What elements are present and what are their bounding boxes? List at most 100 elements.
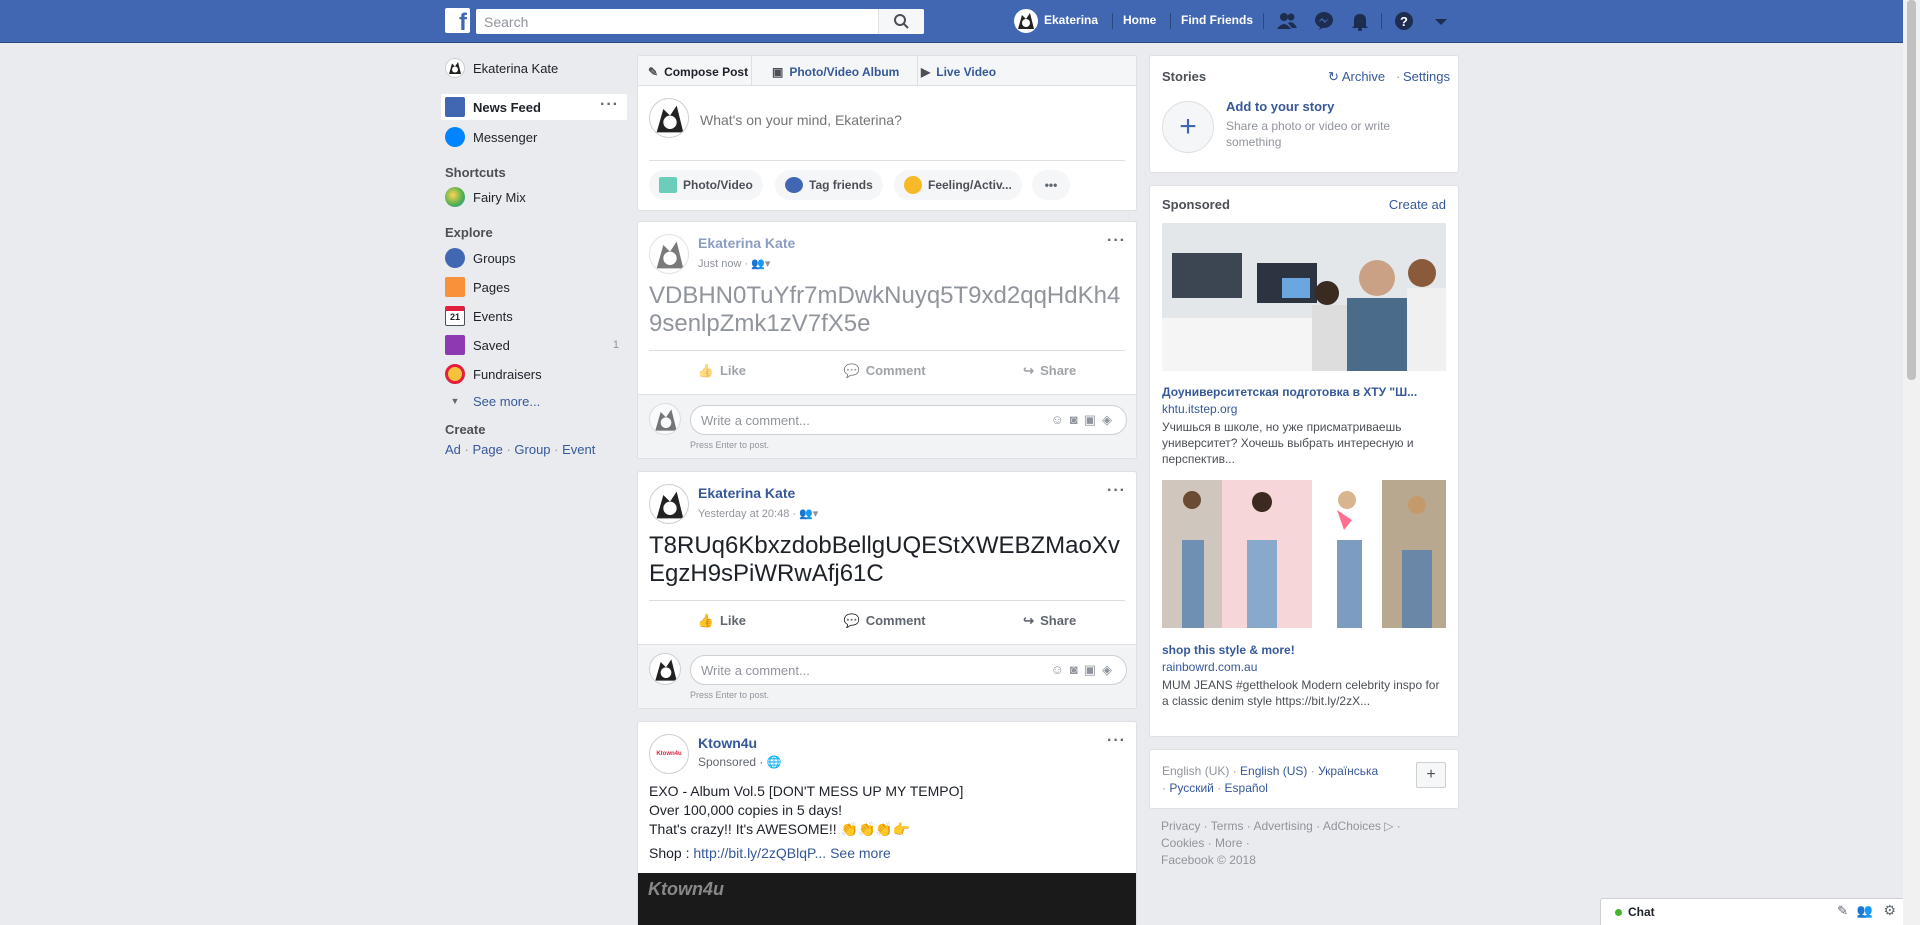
create-page-link[interactable]: Page	[472, 442, 502, 457]
ad-domain[interactable]: khtu.itstep.org	[1162, 402, 1237, 416]
sidebar-item-label: Saved	[473, 337, 510, 353]
footer-link-more[interactable]: More	[1215, 836, 1242, 850]
account-menu-chevron-down-icon[interactable]	[1430, 11, 1452, 31]
add-story-plus-icon[interactable]: +	[1162, 101, 1214, 153]
sidebar-item-pages[interactable]: Pages	[441, 274, 627, 300]
ad-title-link[interactable]: Доуниверситетская подготовка в ХТУ "Ш...	[1162, 385, 1446, 399]
photo-video-button[interactable]: Photo/Video	[649, 170, 763, 200]
tag-friends-button[interactable]: Tag friends	[775, 170, 883, 200]
comment-hint: Press Enter to post.	[690, 690, 770, 700]
messenger-icon[interactable]	[1313, 11, 1335, 31]
footer-link-adchoices[interactable]: AdChoices	[1323, 819, 1381, 833]
language-link[interactable]: Українська	[1318, 764, 1378, 778]
sidebar-item-fundraisers[interactable]: Fundraisers	[441, 361, 627, 387]
comment-attachment-icons[interactable]: ☺◙▣◈	[1051, 662, 1118, 678]
create-group-icon[interactable]: 👥	[1857, 903, 1873, 919]
find-friends-link[interactable]: Find Friends	[1181, 13, 1253, 27]
notifications-bell-icon[interactable]	[1349, 11, 1371, 31]
footer-link-cookies[interactable]: Cookies	[1161, 836, 1204, 850]
more-options-icon[interactable]: ···	[600, 96, 619, 114]
tag-friends-icon	[785, 177, 803, 193]
footer-link-privacy[interactable]: Privacy	[1161, 819, 1200, 833]
sidebar-item-label: Events	[473, 308, 513, 324]
search-button[interactable]	[878, 9, 924, 34]
footer-link-terms[interactable]: Terms	[1211, 819, 1244, 833]
language-link[interactable]: Русский	[1169, 781, 1214, 795]
more-options-button[interactable]: •••	[1032, 170, 1070, 200]
tab-live-video[interactable]: ▶ Live Video	[921, 65, 996, 79]
language-panel: English (UK) · English (US) · Українська…	[1149, 749, 1459, 809]
ad-title-link[interactable]: shop this style & more!	[1162, 643, 1295, 657]
avatar	[649, 98, 689, 138]
tab-photo-video-album[interactable]: ▣ Photo/Video Album	[772, 65, 899, 79]
like-button[interactable]: 👍 Like	[698, 363, 746, 379]
ad-image[interactable]: Ktown4u	[638, 873, 1136, 925]
post-text: T8RUq6KbxzdobBellgUQEStXWEBZMaoXv EgzH9s…	[649, 532, 1120, 587]
sidebar-item-news-feed[interactable]: News Feed ···	[441, 94, 627, 120]
post-options-icon[interactable]: ···	[1107, 482, 1126, 500]
share-button[interactable]: ↪ Share	[1023, 613, 1076, 629]
sidebar-item-messenger[interactable]: Messenger	[441, 124, 627, 150]
see-more-link[interactable]: See more	[830, 845, 891, 861]
ktown4u-logo-icon[interactable]: Ktown4u	[649, 734, 689, 774]
facebook-logo-icon[interactable]: f	[445, 8, 470, 35]
comment-button[interactable]: 💬 Comment	[844, 363, 926, 379]
add-to-story-link[interactable]: Add to your story	[1226, 99, 1334, 114]
post-author[interactable]: Ekaterina Kate	[698, 485, 795, 501]
create-ad-link[interactable]: Ad	[445, 442, 461, 457]
feeling-activity-button[interactable]: Feeling/Activ...	[894, 170, 1022, 200]
comment-attachment-icons[interactable]: ☺◙▣◈	[1051, 412, 1118, 428]
post-actions: 👍 Like 💬 Comment ↪ Share	[649, 350, 1125, 390]
like-button[interactable]: 👍 Like	[698, 613, 746, 629]
avatar[interactable]	[649, 484, 689, 524]
ad-image[interactable]	[1162, 480, 1446, 628]
post-author[interactable]: Ktown4u	[698, 735, 757, 751]
friend-requests-icon[interactable]	[1276, 11, 1298, 31]
footer-link-advertising[interactable]: Advertising	[1253, 819, 1312, 833]
add-language-plus-icon[interactable]: +	[1416, 762, 1446, 788]
status-input[interactable]	[700, 109, 1120, 131]
chat-bar[interactable]: Chat ✎ 👥 ⚙	[1600, 898, 1905, 925]
thumbs-up-icon: 👍	[697, 362, 714, 378]
create-group-link[interactable]: Group	[514, 442, 550, 457]
audience-friends-icon[interactable]: 👥▾	[799, 508, 818, 520]
tab-compose-post[interactable]: ✎ Compose Post	[648, 65, 748, 79]
language-link[interactable]: English (US)	[1240, 764, 1307, 778]
sidebar-item-events[interactable]: 21 Events	[441, 303, 627, 329]
sidebar-item-saved[interactable]: Saved 1	[441, 332, 627, 358]
scrollbar-thumb[interactable]	[1907, 0, 1916, 380]
profile-link[interactable]: Ekaterina Kate	[441, 55, 627, 81]
gear-icon[interactable]: ⚙	[1883, 902, 1896, 919]
see-more-link[interactable]: ▼ See more...	[441, 388, 627, 414]
profile-link[interactable]: Ekaterina	[1044, 13, 1098, 27]
comment-input[interactable]	[691, 406, 1011, 434]
sidebar-item-groups[interactable]: Groups	[441, 245, 627, 271]
create-event-link[interactable]: Event	[562, 442, 595, 457]
audience-friends-icon[interactable]: 👥▾	[751, 258, 770, 270]
ad-image[interactable]	[1162, 223, 1446, 371]
avatar[interactable]	[649, 234, 689, 274]
sidebar-item-label: News Feed	[473, 99, 541, 115]
ad-description: Учишься в школе, но уже присматриваешь у…	[1162, 420, 1414, 466]
comment-button[interactable]: 💬 Comment	[844, 613, 926, 629]
language-link[interactable]: Español	[1225, 781, 1268, 795]
archive-link[interactable]: ↻ Archive	[1328, 69, 1385, 85]
new-message-icon[interactable]: ✎	[1837, 903, 1848, 919]
home-link[interactable]: Home	[1123, 13, 1156, 27]
create-ad-link[interactable]: Create ad	[1389, 197, 1446, 212]
help-icon[interactable]: ?	[1393, 11, 1415, 31]
post-options-icon[interactable]: ···	[1107, 232, 1126, 250]
share-button[interactable]: ↪ Share	[1023, 363, 1076, 379]
settings-link[interactable]: Settings	[1403, 69, 1450, 84]
shop-link[interactable]: http://bit.ly/2zQBlqP...	[693, 845, 826, 861]
profile-avatar[interactable]	[1014, 9, 1038, 33]
post-options-icon[interactable]: ···	[1107, 732, 1126, 750]
comment-input[interactable]	[691, 656, 1011, 684]
ad-domain[interactable]: rainbowrd.com.au	[1162, 660, 1257, 674]
post-timestamp[interactable]: Yesterday at 20:48 · 👥▾	[698, 507, 818, 520]
sidebar-item-fairy-mix[interactable]: Fairy Mix	[441, 184, 627, 210]
page-scrollbar[interactable]	[1903, 0, 1920, 925]
post-timestamp[interactable]: Just now · 👥▾	[698, 257, 770, 270]
post-author[interactable]: Ekaterina Kate	[698, 235, 795, 251]
search-input[interactable]	[476, 9, 876, 34]
